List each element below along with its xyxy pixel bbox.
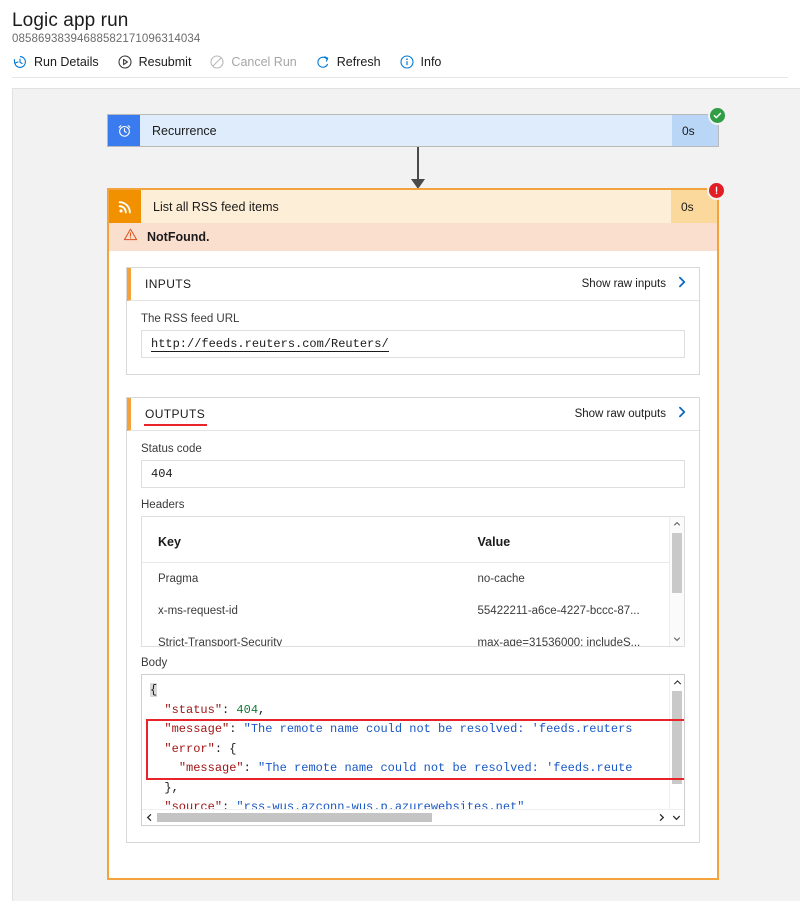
history-icon [12, 54, 28, 70]
headers-table: Key Value Pragma no-cache x-ms-request-id 5… [142, 517, 684, 647]
code-line: "message": "The remote name could not be… [164, 722, 633, 736]
body-vertical-scrollbar[interactable] [669, 675, 684, 810]
action-header[interactable]: List all RSS feed items 0s [109, 181, 726, 223]
detail-panels: INPUTS Show raw inputs The RSS feed URL … [109, 251, 717, 843]
refresh-button[interactable]: Refresh [315, 54, 381, 70]
chevron-right-icon [675, 405, 689, 424]
resubmit-button[interactable]: Resubmit [117, 54, 192, 70]
code-line: { [150, 683, 158, 697]
warning-triangle-icon [123, 227, 138, 247]
show-raw-inputs-button[interactable]: Show raw inputs [582, 275, 689, 294]
toolbar: Run Details Resubmit Cancel Run Refresh … [12, 54, 800, 77]
check-circle-icon [708, 106, 727, 125]
body-code-text: { "status": 404, "message": "The remote … [142, 675, 668, 818]
cancel-run-button: Cancel Run [209, 54, 297, 70]
code-line: }, [164, 780, 179, 795]
trigger-card-recurrence[interactable]: Recurrence 0s [107, 106, 727, 147]
chevron-down-icon[interactable] [669, 810, 684, 825]
toolbar-divider [12, 77, 788, 78]
cell-key: x-ms-request-id [158, 605, 238, 617]
scroll-thumb[interactable] [672, 533, 682, 593]
inputs-panel-header: INPUTS Show raw inputs [127, 268, 699, 301]
status-code-label: Status code [141, 443, 202, 455]
alarm-clock-icon [108, 115, 140, 146]
table-header-row: Key Value [142, 517, 684, 563]
headers-table-scrollbar[interactable] [669, 517, 684, 646]
resubmit-label: Resubmit [138, 55, 192, 69]
page-title: Logic app run [12, 10, 129, 31]
table-row: Pragma no-cache [142, 563, 684, 596]
code-line: "status": 404, [164, 702, 266, 717]
cell-value: max-age=31536000; includeS... [477, 637, 641, 647]
info-label: Info [420, 55, 442, 69]
show-raw-outputs-label: Show raw outputs [574, 408, 666, 420]
run-id: 08586938394688582171096314034 [12, 33, 201, 45]
inputs-panel-title: INPUTS [145, 277, 192, 291]
scroll-left-icon[interactable] [142, 810, 157, 825]
body-label: Body [141, 657, 168, 669]
inputs-panel-body: The RSS feed URL http://feeds.reuters.co… [127, 301, 699, 374]
column-header-key: Key [142, 517, 462, 563]
error-exclamation-icon [707, 181, 726, 200]
outputs-panel-header: OUTPUTS Show raw outputs [127, 398, 699, 431]
action-title: List all RSS feed items [153, 199, 279, 214]
outputs-panel-body: Status code 404 Headers Key Value Pragma… [127, 431, 699, 842]
chevron-right-icon [675, 275, 689, 294]
status-code-value: 404 [151, 467, 173, 481]
refresh-icon [315, 54, 331, 70]
rss-url-label: The RSS feed URL [141, 313, 240, 325]
cancel-run-label: Cancel Run [231, 55, 297, 69]
action-error-bar: NotFound. [109, 223, 717, 251]
rss-icon [109, 190, 141, 223]
scroll-thumb[interactable] [672, 691, 682, 784]
cancel-circle-icon [209, 54, 225, 70]
info-circle-icon [399, 54, 415, 70]
headers-label: Headers [141, 499, 185, 511]
refresh-label: Refresh [336, 55, 381, 69]
inputs-panel: INPUTS Show raw inputs The RSS feed URL … [126, 267, 700, 375]
run-details-label: Run Details [34, 55, 99, 69]
show-raw-outputs-button[interactable]: Show raw outputs [575, 405, 689, 424]
body-horizontal-scrollbar[interactable] [142, 809, 684, 825]
cell-value: no-cache [477, 573, 525, 585]
scroll-thumb[interactable] [157, 813, 432, 822]
scroll-down-icon[interactable] [670, 632, 684, 646]
code-line: "message": "The remote name could not be… [178, 761, 633, 775]
scroll-up-icon[interactable] [670, 675, 684, 689]
table-row: Strict-Transport-Security max-age=3153600… [142, 627, 684, 647]
code-line: "error": { [164, 741, 237, 756]
connector-line [417, 147, 419, 181]
trigger-title: Recurrence [152, 123, 217, 138]
cell-value: 55422211-a6ce-4227-bccc-87... [477, 605, 640, 617]
show-raw-inputs-label: Show raw inputs [581, 278, 666, 290]
page-header: Logic app run 08586938394688582171096314… [0, 0, 800, 77]
status-code-field[interactable]: 404 [141, 460, 685, 488]
rss-url-field[interactable]: http://feeds.reuters.com/Reuters/ [141, 330, 685, 358]
play-circle-icon [117, 54, 133, 70]
scroll-right-icon[interactable] [654, 810, 669, 825]
cell-key: Strict-Transport-Security [158, 637, 283, 647]
headers-table-body: Pragma no-cache x-ms-request-id 55422211-a6… [142, 563, 684, 647]
info-button[interactable]: Info [399, 54, 442, 70]
rss-url-value: http://feeds.reuters.com/Reuters/ [151, 336, 389, 352]
outputs-panel: OUTPUTS Show raw outputs Status code 404 [126, 397, 700, 843]
headers-table-wrapper: Key Value Pragma no-cache x-ms-request-id 5… [141, 516, 685, 647]
workflow-canvas: Recurrence 0s List all RSS feed items 0s [12, 88, 800, 901]
action-card-rss: List all RSS feed items 0s NotFound. INP… [107, 181, 726, 880]
action-error-text: NotFound. [147, 230, 210, 244]
body-code-viewer[interactable]: { "status": 404, "message": "The remote … [141, 674, 685, 826]
run-details-button[interactable]: Run Details [12, 54, 99, 70]
scroll-up-icon[interactable] [670, 517, 684, 531]
cell-key: Pragma [158, 573, 199, 585]
column-header-value: Value [461, 517, 684, 563]
outputs-panel-title: OUTPUTS [143, 407, 208, 426]
table-row: x-ms-request-id 55422211-a6ce-4227-bccc-8… [142, 595, 684, 627]
